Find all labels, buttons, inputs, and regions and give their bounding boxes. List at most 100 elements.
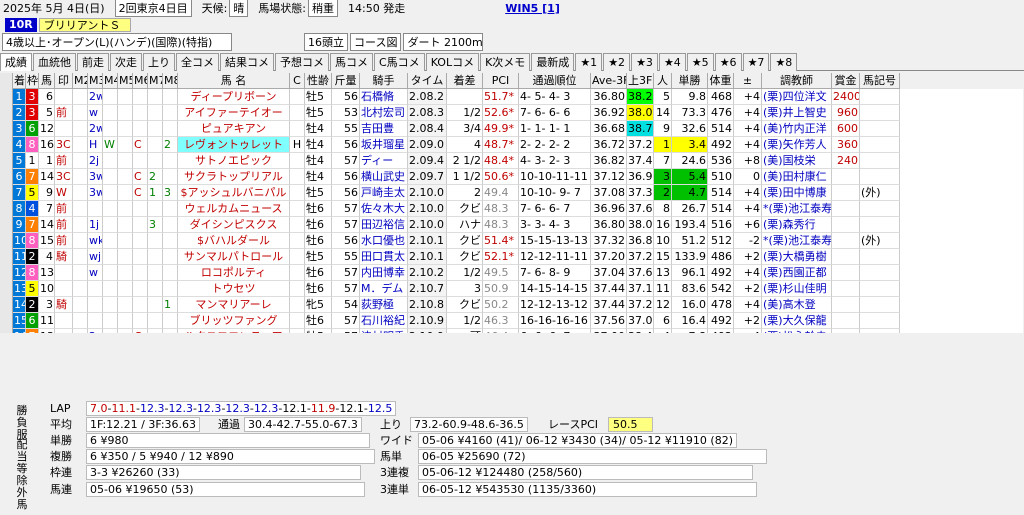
table-row[interactable]: 4 8 16 3C H W C 2 レヴォントゥレット H 牡4 56 坂井瑠星 2.09.0 4 48.7*… [13, 137, 900, 153]
table-row[interactable]: 1124騎 wj サンマルパトロール牡555田口貫太2.10.1クビ52.1*12-… [13, 249, 900, 265]
column-header-2[interactable]: 馬 [39, 73, 55, 89]
tab-3[interactable]: 次走 [110, 53, 142, 71]
cell-上3F: 37.6 [627, 265, 654, 281]
table-row[interactable]: 67143C 3w C2 サクラトップリアル牡456横山武史2.09.71 1/250… [13, 169, 900, 185]
cell-Ave-3F: 36.68 [591, 121, 627, 137]
column-header-23[interactable]: 単勝 [672, 73, 708, 89]
column-header-14[interactable]: 斤量 [332, 73, 360, 89]
table-row[interactable]: 759W3wC13$アッシュルバニパル牡556戸崎圭太2.10.0249.410… [13, 185, 900, 201]
course-map-button[interactable]: コース図 [350, 33, 402, 51]
cell-馬: 16 [39, 137, 55, 153]
column-header-26[interactable]: 調教師 [762, 73, 832, 89]
cell-性齢: 牡4 [305, 137, 332, 153]
tab-16[interactable]: ★4 [658, 53, 686, 71]
column-header-18[interactable]: PCI [483, 73, 519, 89]
column-header-10[interactable]: M8 [163, 73, 178, 89]
column-header-13[interactable]: 性齢 [305, 73, 332, 89]
cell-Ave-3F: 36.82 [591, 153, 627, 169]
cell-着差: 4 [447, 137, 483, 153]
tab-5[interactable]: 全コメ [176, 53, 219, 71]
column-header-7[interactable]: M5 [118, 73, 133, 89]
column-header-9[interactable]: M7 [148, 73, 163, 89]
cell-単勝: 5.4 [672, 169, 708, 185]
win5-link[interactable]: WIN5 [1] [505, 2, 560, 15]
tab-17[interactable]: ★5 [686, 53, 714, 71]
cell-M8 [163, 265, 178, 281]
tab-19[interactable]: ★7 [742, 53, 770, 71]
table-row[interactable]: 1423騎 1マンマリアーレ牝554荻野極2.10.8クビ50.212-12-13… [13, 297, 900, 313]
cell-賞金 [832, 313, 860, 329]
table-row[interactable]: 12813wロコポルティ牡657内田博幸2.10.21/249.57- 6- 8… [13, 265, 900, 281]
column-header-19[interactable]: 通過順位 [519, 73, 591, 89]
table-row[interactable]: 16713 2w C ルクスフロンティア 牡557津村明秀2.10.9頭46.46- 6… [13, 329, 900, 333]
column-header-22[interactable]: 人 [654, 73, 672, 89]
table-row[interactable]: 2 3 5 前 w アイファーテイオー 牡5 53 北村宏司 2.08.3 1/2 52.6* 7- 6… [13, 105, 900, 121]
tab-scratched[interactable]: 除外馬 [16, 475, 28, 511]
table-row[interactable]: 13510トウセツ牡657M．デム2.10.7350.914-15-14-153… [13, 281, 900, 297]
tab-8[interactable]: 馬コメ [330, 53, 373, 71]
cell-馬: 15 [39, 233, 55, 249]
cell-賞金: 600 [832, 121, 860, 137]
tab-18[interactable]: ★6 [714, 53, 742, 71]
tab-silks[interactable]: 勝負服 [16, 405, 28, 441]
cell-M6 [133, 105, 148, 121]
cell-PCI: 51.7* [483, 89, 519, 105]
cell-通過順位: 7- 6- 6- 7 [519, 201, 591, 217]
table-row[interactable]: 8 4 7 前ウェルカムニュース 牡6 57 佐々木大 2.10.0 クビ 48.3 7- 6- 6… [13, 201, 900, 217]
column-header-16[interactable]: タイム [408, 73, 447, 89]
tab-11[interactable]: K次メモ [480, 53, 531, 71]
cell-M4: W [103, 137, 118, 153]
tab-12[interactable]: 最新成 [531, 53, 575, 71]
cell-タイム: 2.08.4 [408, 121, 447, 137]
column-header-20[interactable]: Ave-3F [591, 73, 627, 89]
table-row[interactable]: 136 2w ディープリボーン牡556石橋脩2.08.2 51.7*4- 5- 4- … [13, 89, 900, 105]
table-row[interactable]: 9 7 14 前 1j 3 ダイシンピスクス 牡6 57 田辺裕信 2.10.0 ハナ 48.3 3- 3… [13, 217, 900, 233]
column-header-27[interactable]: 賞金 [832, 73, 860, 89]
cell-賞金 [832, 265, 860, 281]
cell-M2 [73, 169, 88, 185]
cell-賞金: 960 [832, 105, 860, 121]
cell-騎手: 荻野極 [360, 297, 408, 313]
tab-10[interactable]: KOLコメ [425, 53, 480, 71]
tab-6[interactable]: 結果コメ [220, 53, 274, 71]
tab-20[interactable]: ★8 [770, 53, 798, 71]
tab-0[interactable]: 成績 [0, 53, 32, 71]
table-row[interactable]: 5 1 1 前 2j サトノエピック 牡4 57 ディー 2.09.4 2 1/2 48.4* 4- 3… [13, 153, 900, 169]
tab-4[interactable]: 上り [143, 53, 175, 71]
cell-M3: 3w [88, 169, 103, 185]
column-header-28[interactable]: 馬記号 [860, 73, 900, 89]
tab-9[interactable]: C馬コメ [374, 53, 425, 71]
tab-2[interactable]: 前走 [77, 53, 109, 71]
meeting-select[interactable]: 2回東京4日目 [114, 0, 192, 17]
column-header-5[interactable]: M3 [88, 73, 103, 89]
column-header-12[interactable]: C [290, 73, 305, 89]
tab-15[interactable]: ★3 [631, 53, 658, 71]
tab-7[interactable]: 予想コメ [275, 53, 329, 71]
column-header-15[interactable]: 騎手 [360, 73, 408, 89]
column-header-1[interactable]: 枠 [26, 73, 39, 89]
column-header-17[interactable]: 着差 [447, 73, 483, 89]
column-header-11[interactable]: 馬 名 [178, 73, 290, 89]
cell-馬記号 [860, 249, 900, 265]
cell-騎手: 田辺裕信 [360, 217, 408, 233]
tab-14[interactable]: ★2 [603, 53, 631, 71]
table-row[interactable]: 10815前wk$バハルダール牡656水口優也2.10.1クビ51.4*15-1… [13, 233, 900, 249]
column-header-8[interactable]: M6 [133, 73, 148, 89]
tab-payouts[interactable]: 配当等 [16, 439, 28, 475]
cell-タイム: 2.10.1 [408, 233, 447, 249]
column-header-25[interactable]: ± [734, 73, 762, 89]
column-header-24[interactable]: 体重 [708, 73, 734, 89]
race-number[interactable]: 10R [5, 17, 37, 32]
column-header-4[interactable]: M2 [73, 73, 88, 89]
column-header-0[interactable]: 着 [13, 73, 26, 89]
column-header-3[interactable]: 印 [55, 73, 73, 89]
cell-M3 [88, 281, 103, 297]
tab-1[interactable]: 血統他 [33, 53, 76, 71]
tab-13[interactable]: ★1 [575, 53, 603, 71]
column-header-6[interactable]: M4 [103, 73, 118, 89]
table-row[interactable]: 15611ブリッツファング牡657石川裕紀2.10.91/246.316-16-… [13, 313, 900, 329]
cell-M5 [118, 169, 133, 185]
cell-馬 名: $バハルダール [178, 233, 290, 249]
column-header-21[interactable]: 上3F [627, 73, 654, 89]
table-row[interactable]: 3612 2w ピュアキアン牡455吉田豊2.08.43/449.9*1- 1- 1… [13, 121, 900, 137]
